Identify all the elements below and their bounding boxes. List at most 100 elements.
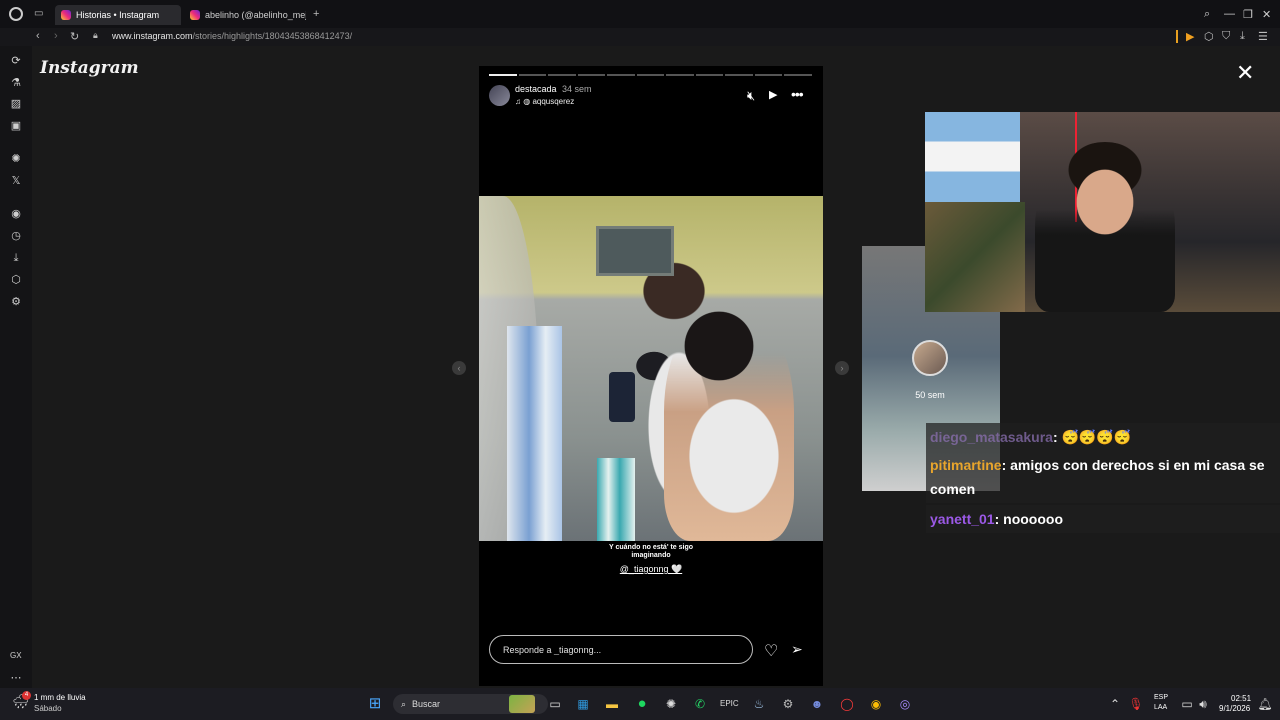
weather-text[interactable]: 1 mm de lluvia [34,693,86,702]
reload-icon[interactable]: ↻ [70,30,79,43]
chat-username: diego_matasakura [930,429,1053,445]
extensions-icon[interactable]: ⬡ [1204,30,1214,43]
tab-instagram-stories[interactable]: Historias • Instagram [55,5,181,25]
story-timestamp: 34 sem [562,84,592,94]
url-domain: www.instagram.com [112,31,193,41]
whatsapp-icon[interactable]: ✆ [691,695,709,713]
argentina-flag [925,112,1020,202]
clock-date[interactable]: 9/1/2026 [1219,704,1250,713]
obs-icon[interactable]: ◎ [896,695,914,713]
phone [609,372,635,422]
tab-manager-icon[interactable]: ▭ [34,8,43,19]
url-field[interactable]: www.instagram.com/stories/highlights/180… [112,31,352,41]
more-options-icon[interactable]: ⋯ [9,671,23,685]
story-username[interactable]: destacada [515,84,557,94]
instagram-logo[interactable]: Instagram [40,58,139,78]
close-window-icon[interactable]: ✕ [1262,8,1271,21]
chat-text: : 😴😴😴😴 [1052,429,1132,445]
heart-icon[interactable]: ♡ [764,641,778,661]
reply-input[interactable] [489,635,753,664]
discord-icon[interactable]: ☻ [808,695,826,713]
cleaner-icon[interactable]: ▨ [9,97,23,111]
next-story-button[interactable]: › [835,361,849,375]
extensions-sidebar-icon[interactable]: ⬡ [9,273,23,287]
instagram-favicon-icon [190,10,200,20]
bed [925,202,1025,312]
webcam-overlay [925,112,1280,312]
audio-artist: aqqusqerez [532,97,575,106]
steam-icon[interactable]: ♨ [750,695,768,713]
address-divider [1176,30,1178,43]
gx-corner-icon[interactable]: ⟳ [9,54,23,68]
player-sidebar-icon[interactable]: ◉ [9,207,23,221]
towel [597,458,635,541]
close-story-icon[interactable]: ✕ [1236,62,1254,84]
play-icon[interactable]: ▶ [769,88,777,101]
new-tab-button[interactable]: + [313,8,319,20]
chat-message: pitimartine: amigos con derechos si en m… [926,451,1280,503]
weather-day: Sábado [34,704,62,713]
file-explorer-icon[interactable]: ▬ [603,695,621,713]
messenger-icon[interactable]: ▣ [9,119,23,133]
tab-title: Historias • Instagram [76,10,160,20]
player-icon[interactable]: ▶ [1186,30,1194,43]
spotify-icon[interactable]: ● [633,695,651,713]
avatar[interactable] [489,85,510,106]
settings-app-icon[interactable]: ⚙ [779,695,797,713]
search-tabs-icon[interactable]: ⌕ [1204,8,1210,21]
chatgpt-icon[interactable]: ✺ [9,152,23,166]
story-progress-segment [607,74,635,76]
minimize-icon[interactable]: — [1224,8,1235,20]
story-progress-segment [518,74,547,76]
microphone-icon[interactable]: 🎙︎ [1127,695,1145,713]
keyboard-layout[interactable]: LAA [1154,704,1167,711]
back-icon[interactable]: ‹ [36,30,40,42]
windows-start-icon[interactable]: ⊞ [366,695,384,713]
openai-icon[interactable]: ✺ [662,695,680,713]
opera-gx-logo-icon[interactable] [9,7,23,21]
easy-setup-icon[interactable]: ☰ [1258,30,1268,43]
chat-message: diego_matasakura: 😴😴😴😴 [926,423,1280,451]
story-progress-segment [666,74,694,76]
tray-chevron-icon[interactable]: ⌃ [1106,695,1124,713]
language-indicator[interactable]: ESP [1154,694,1168,701]
next-story-time: 50 sem [915,390,945,400]
maximize-icon[interactable]: ❐ [1243,8,1253,21]
url-path: /stories/highlights/18043453868412473/ [192,31,353,41]
avatar[interactable] [912,340,948,376]
story-progress-segment [577,74,606,76]
settings-icon[interactable]: ⚙ [9,295,23,309]
mute-icon[interactable]: 🔇︎ [747,88,755,104]
story-progress-segment [754,74,783,76]
x-twitter-icon[interactable]: 𝕏 [9,174,23,188]
forward-icon[interactable]: › [54,30,58,42]
wallet-icon[interactable]: ⛉ [1222,30,1230,43]
streamer [1035,142,1175,312]
history-icon[interactable]: ◷ [9,229,23,243]
story-progress-segment [725,74,753,76]
more-icon[interactable]: ••• [791,86,804,102]
task-view-icon[interactable]: ▭ [546,695,564,713]
story-progress-segment [784,74,812,76]
notifications-icon[interactable]: 🔔︎ [1256,695,1274,713]
weather-badge: 4 [22,691,31,700]
story-mention[interactable]: @_tiagonng 🤍 [600,564,702,575]
chrome-icon[interactable]: ◉ [867,695,885,713]
downloads-sidebar-icon[interactable]: ⤓ [9,251,23,265]
wall-vent [596,226,674,276]
story-progress-segment [636,74,665,76]
widgets-icon[interactable] [509,695,535,713]
downloads-icon[interactable]: ⤓ [1240,30,1245,43]
volume-icon[interactable]: 🔊︎ [1194,695,1212,713]
opera-gx-taskbar-icon[interactable]: ◯ [838,695,856,713]
tab-abelinho[interactable]: abelinho (@abelinho_mejo [184,5,306,25]
send-icon[interactable]: ➢ [791,641,803,658]
clock-time[interactable]: 02:51 [1231,694,1251,703]
shower-curtain [507,326,562,541]
previous-story-button[interactable]: ‹ [452,361,466,375]
store-icon[interactable]: ▦ [574,695,592,713]
story-audio[interactable]: ♫ ◍ aqqusqerez [515,97,574,106]
gx-control-icon[interactable]: ⚗ [9,76,23,90]
gx-label[interactable]: GX [10,651,22,660]
epic-games-icon[interactable]: EPIC [720,695,739,713]
